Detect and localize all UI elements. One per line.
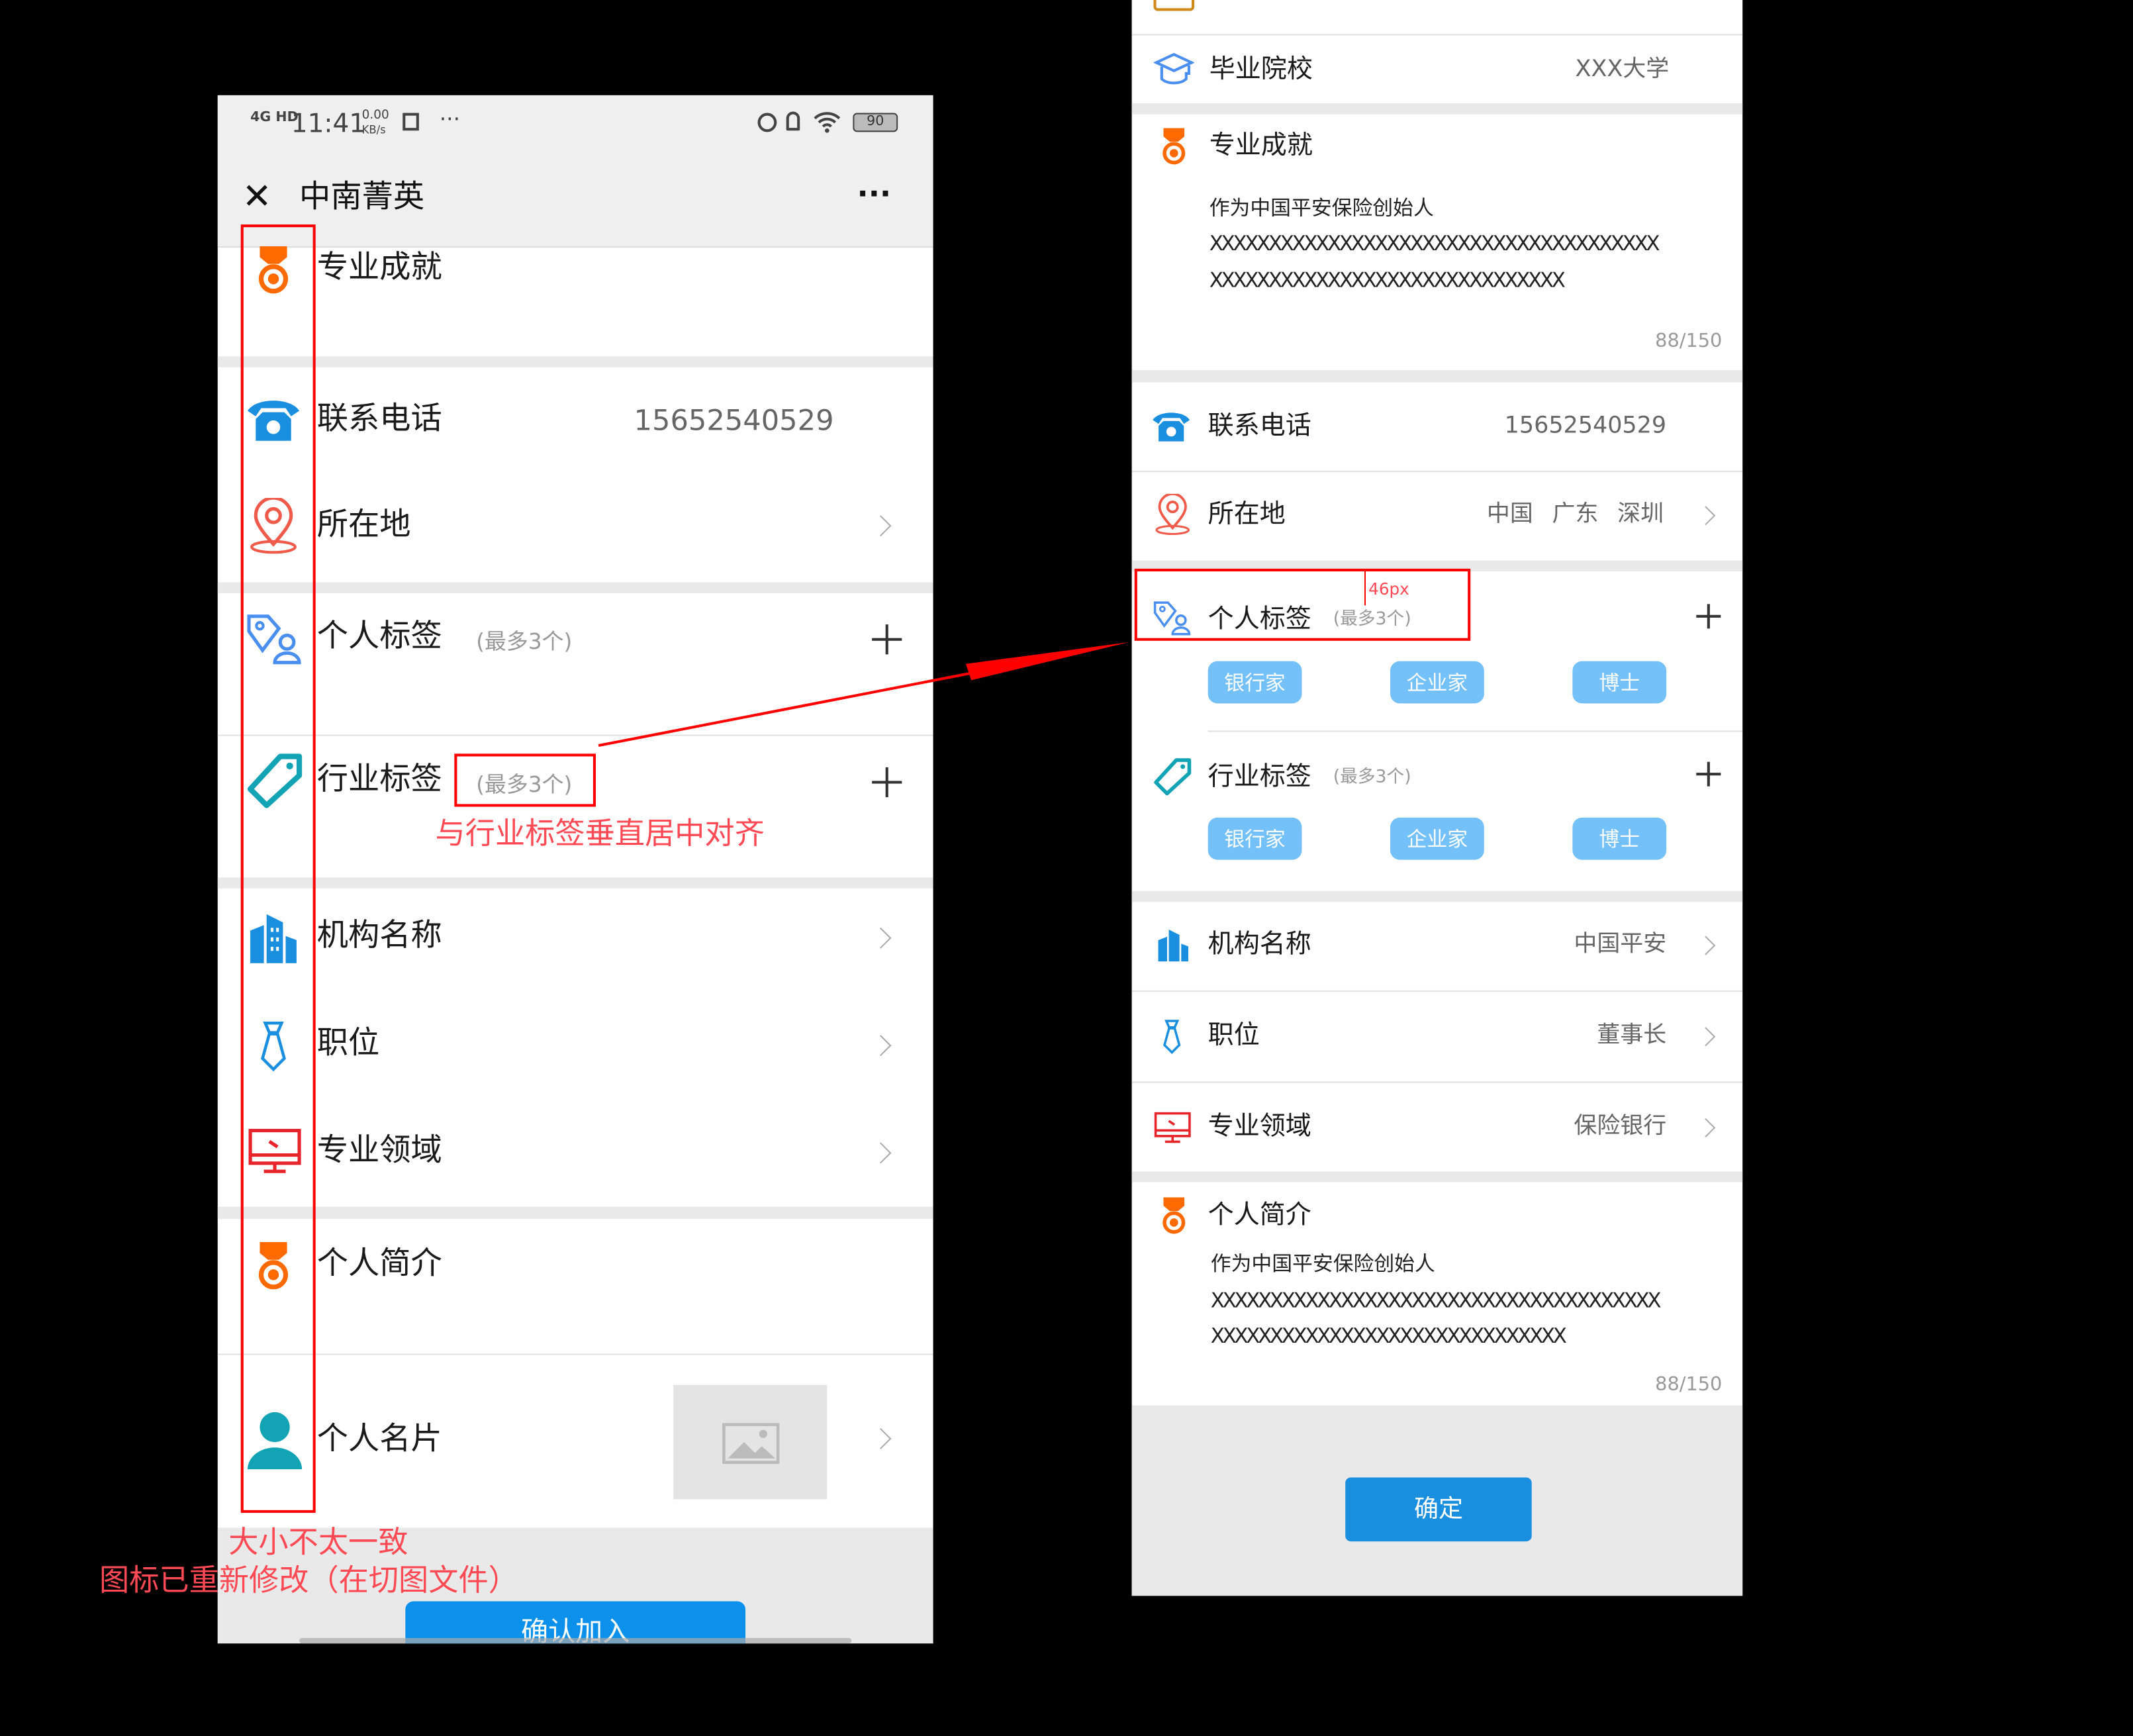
row-label-position: 职位 (1208, 1020, 1260, 1051)
annotation-arrow (598, 642, 1129, 747)
row-label-school: 毕业院校 (1209, 54, 1313, 85)
industry-tag-chip[interactable]: 企业家 (1390, 817, 1484, 860)
building-icon (1158, 930, 1188, 962)
tie-icon (1163, 1020, 1181, 1055)
chevron-right-icon (1696, 1027, 1716, 1047)
industry-tag-chip[interactable]: 银行家 (1208, 817, 1302, 860)
field-value[interactable]: 保险银行 (1574, 1115, 1666, 1139)
section-divider (1131, 1171, 1743, 1182)
intro-text-line[interactable]: XXXXXXXXXXXXXXXXXXXXXXXXXXXXXXXXXXXXXX (1211, 1290, 1662, 1312)
location-city[interactable]: 深圳 (1617, 503, 1664, 526)
achievement-char-count: 88/150 (1655, 330, 1723, 353)
row-label-achievement: 专业成就 (1209, 130, 1313, 161)
row-label-location: 所在地 (1208, 499, 1286, 530)
location-pin-icon (1155, 493, 1190, 536)
phone-value[interactable]: 15652540529 (1505, 414, 1666, 438)
medal-icon (1162, 128, 1186, 165)
confirm-button[interactable]: 确定 (1345, 1477, 1532, 1542)
chevron-right-icon (1696, 936, 1716, 955)
add-personal-tag-button[interactable] (1696, 604, 1721, 629)
row-divider (1131, 990, 1743, 992)
row-label-field: 专业领域 (1208, 1111, 1311, 1141)
arrow-head-icon (965, 642, 1129, 681)
org-value[interactable]: 中国平安 (1574, 933, 1666, 957)
location-province[interactable]: 广东 (1552, 503, 1599, 526)
row-label-phone: 联系电话 (1208, 410, 1311, 441)
row-divider (1131, 1081, 1743, 1083)
industry-tags-hint: (最多3个) (1333, 767, 1411, 788)
chevron-right-icon (1696, 506, 1716, 526)
school-value[interactable]: XXX大学 (1576, 58, 1670, 81)
row-label-intro: 个人简介 (1208, 1200, 1311, 1230)
monitor-icon (1154, 1112, 1191, 1143)
achievement-text-line[interactable]: XXXXXXXXXXXXXXXXXXXXXXXXXXXXXXXXXXXXXX (1209, 233, 1660, 254)
chevron-right-icon (1696, 1118, 1716, 1137)
location-country[interactable]: 中国 (1487, 503, 1533, 526)
spacing-annotation: 46px (1368, 579, 1409, 599)
intro-text-line[interactable]: 作为中国平安保险创始人 (1211, 1253, 1435, 1275)
industry-tag-icon (1154, 758, 1192, 796)
achievement-text-line[interactable]: 作为中国平安保险创始人 (1209, 198, 1434, 219)
right-phone-screen: 毕业院校 XXX大学 专业成就 作为中国平安保险创始人 XXXXXXXXXXXX… (1131, 0, 1743, 1596)
cut-off-row-icon (1153, 0, 1195, 11)
row-divider (1131, 470, 1743, 473)
achievement-text-line[interactable]: XXXXXXXXXXXXXXXXXXXXXXXXXXXXXX (1209, 270, 1566, 291)
canvas: 4G HD 11:41 0.00 KB/s ··· 90 ✕ 中南菁英 ··· … (0, 0, 2133, 1736)
section-divider (1131, 369, 1743, 383)
header-highlight (1134, 568, 1471, 641)
row-label-industry-tags: 行业标签 (1208, 761, 1311, 792)
personal-tag-chip[interactable]: 博士 (1572, 661, 1667, 704)
industry-tag-chip[interactable]: 博士 (1572, 817, 1667, 860)
spacing-measure-line (1364, 571, 1366, 606)
intro-char-count: 88/150 (1655, 1374, 1723, 1396)
personal-tag-chip[interactable]: 企业家 (1390, 661, 1484, 704)
section-divider (1131, 103, 1743, 115)
graduation-cap-icon (1153, 52, 1195, 85)
section-divider (1131, 891, 1743, 902)
medal-icon (1162, 1197, 1186, 1234)
position-value[interactable]: 董事长 (1597, 1024, 1666, 1047)
row-divider (1208, 730, 1743, 732)
intro-text-line[interactable]: XXXXXXXXXXXXXXXXXXXXXXXXXXXXXX (1211, 1326, 1567, 1347)
phone-icon (1153, 412, 1190, 442)
row-divider (1131, 34, 1743, 36)
row-label-org: 机构名称 (1208, 929, 1311, 959)
personal-tag-chip[interactable]: 银行家 (1208, 661, 1302, 704)
add-industry-tag-button[interactable] (1696, 761, 1721, 787)
